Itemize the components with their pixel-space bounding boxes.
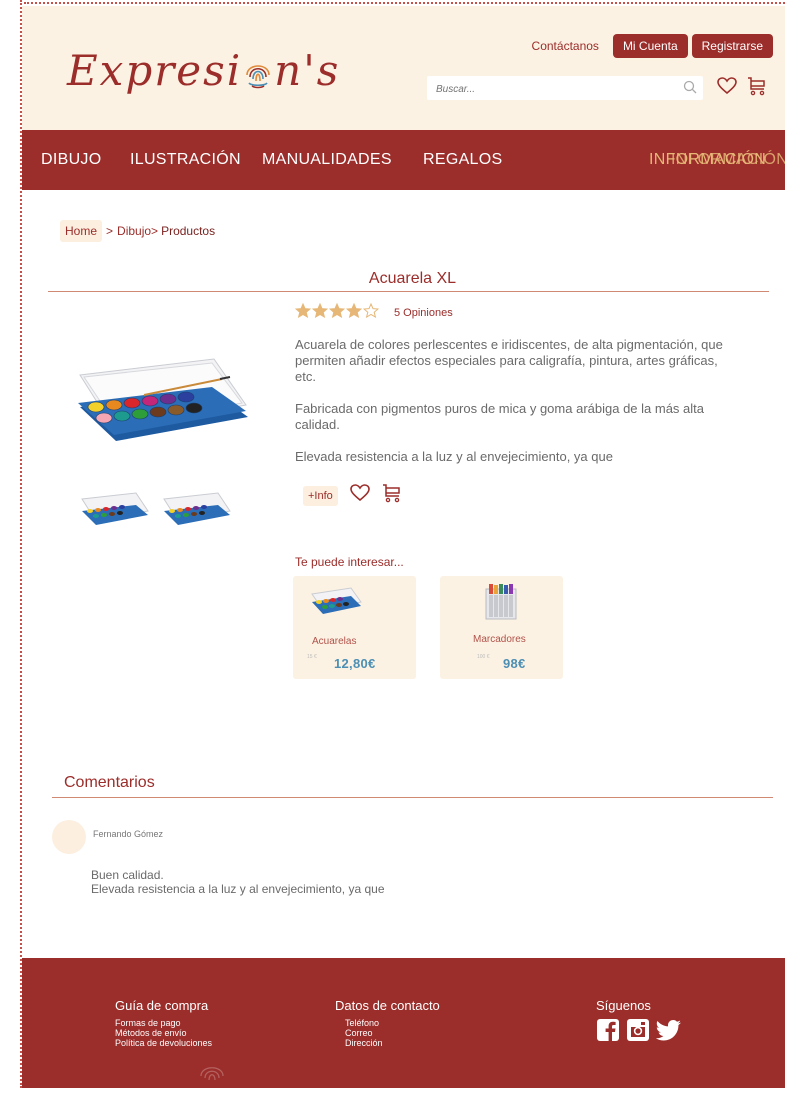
comment-body: Buen calidad. Elevada resistencia a la l… [91, 868, 385, 896]
top-links: Contáctanos Mi Cuenta Registrarse [532, 34, 773, 58]
nav-item-dibujo[interactable]: DIBUJO [41, 151, 101, 169]
comment-line-2: Elevada resistencia a la luz y al enveje… [91, 882, 385, 896]
marcadores-image [482, 583, 520, 626]
related-card-price: 98€ [503, 656, 526, 671]
related-card-marcadores[interactable]: Marcadores 100 € 98€ [440, 576, 563, 679]
twitter-icon[interactable] [655, 1018, 682, 1047]
footer-social: Síguenos [596, 998, 682, 1047]
star-icon [328, 302, 346, 319]
star-icon [345, 302, 363, 319]
register-button[interactable]: Registrarse [691, 34, 773, 58]
heart-icon[interactable] [717, 77, 737, 100]
product-title: Acuarela XL [368, 270, 457, 287]
fingerprint-icon [243, 50, 273, 99]
description-paragraph-3: Elevada resistencia a la luz y al enveje… [295, 449, 613, 464]
instagram-icon[interactable] [626, 1018, 650, 1047]
product-description: Acuarela de colores perlescentes e iridi… [295, 337, 725, 465]
footer-guide: Guía de compra Formas de pago Métodos de… [115, 998, 212, 1048]
nav-item-manualidades[interactable]: MANUALIDADES [262, 151, 392, 169]
breadcrumb-separator: > [106, 224, 114, 238]
product-thumbnail-1[interactable] [80, 491, 150, 530]
description-paragraph-2: Fabricada con pigmentos puros de mica y … [295, 401, 704, 432]
breadcrumb: Home > Dibujo> Productos [60, 220, 215, 242]
description-paragraph-1: Acuarela de colores perlescentes e iridi… [295, 337, 723, 384]
comments-title: Comentarios [64, 774, 155, 791]
brand-text-left: Expresi [67, 46, 243, 95]
add-to-cart-icon[interactable] [382, 483, 402, 508]
comment-author: Fernando Gómez [93, 829, 164, 839]
footer-link-payment[interactable]: Formas de pago [115, 1018, 212, 1028]
rating-stars[interactable] [294, 302, 380, 323]
top-dotted-border [24, 2, 785, 4]
footer-contact-title: Datos de contacto [335, 998, 440, 1013]
nav-item-informacion-overlap: INFORMACIÓN [671, 151, 785, 168]
footer-social-title: Síguenos [596, 998, 651, 1013]
breadcrumb-category[interactable]: Dibujo> [117, 224, 158, 238]
related-card-old-price: 15 € [307, 654, 317, 660]
search-icon[interactable] [683, 80, 697, 99]
footer-guide-title: Guía de compra [115, 998, 209, 1013]
acuarelas-image [311, 586, 363, 621]
social-icons [596, 1018, 682, 1047]
star-icon [294, 302, 312, 319]
nav-item-regalos[interactable]: REGALOS [423, 151, 502, 169]
site-footer: Guía de compra Formas de pago Métodos de… [22, 958, 785, 1088]
contact-link[interactable]: Contáctanos [532, 39, 599, 53]
related-card-price: 12,80€ [334, 656, 376, 671]
footer-link-returns[interactable]: Política de devoluciones [115, 1038, 212, 1048]
title-divider [48, 291, 769, 292]
facebook-icon[interactable] [596, 1018, 620, 1047]
star-icon [362, 302, 380, 319]
comment-line-1: Buen calidad. [91, 868, 164, 882]
nav-item-ilustracion[interactable]: ILUSTRACIÓN [130, 151, 241, 169]
footer-contact: Datos de contacto Teléfono Correo Direcc… [335, 998, 440, 1048]
comments-divider [52, 797, 773, 798]
account-button[interactable]: Mi Cuenta [612, 34, 688, 58]
brand-logo[interactable]: Expresi n's [67, 46, 340, 99]
product-actions: +Info [303, 483, 402, 508]
avatar [52, 820, 86, 854]
wishlist-heart-icon[interactable] [349, 484, 370, 507]
breadcrumb-current: Productos [161, 224, 216, 238]
breadcrumb-home[interactable]: Home [60, 220, 103, 242]
product-thumbnail-2[interactable] [162, 491, 232, 530]
product-main-image[interactable] [74, 355, 250, 446]
related-card-old-price: 100 € [477, 654, 490, 660]
star-icon [311, 302, 329, 319]
more-info-button[interactable]: +Info [303, 485, 338, 506]
related-card-name: Marcadores [473, 634, 526, 645]
cart-icon[interactable] [747, 76, 767, 101]
footer-link-shipping[interactable]: Métodos de envío [115, 1028, 212, 1038]
related-card-acuarelas[interactable]: Acuarelas 15 € 12,80€ [293, 576, 416, 679]
reviews-link[interactable]: 5 Opiniones [394, 307, 453, 319]
footer-link-email[interactable]: Correo [335, 1028, 440, 1038]
search-box [427, 76, 703, 102]
footer-link-phone[interactable]: Teléfono [335, 1018, 440, 1028]
site-header: Expresi n's Contáctanos Mi Cuenta Regist… [22, 6, 785, 130]
product-rating: 5 Opiniones [294, 302, 453, 323]
brand-text-right: n's [274, 46, 341, 95]
header-icons [717, 76, 767, 101]
search-input[interactable] [427, 76, 678, 102]
related-title: Te puede interesar... [295, 555, 404, 569]
footer-link-address[interactable]: Dirección [335, 1038, 440, 1048]
main-nav: DIBUJO ILUSTRACIÓN MANUALIDADES REGALOS … [22, 130, 785, 190]
related-card-name: Acuarelas [312, 636, 357, 647]
